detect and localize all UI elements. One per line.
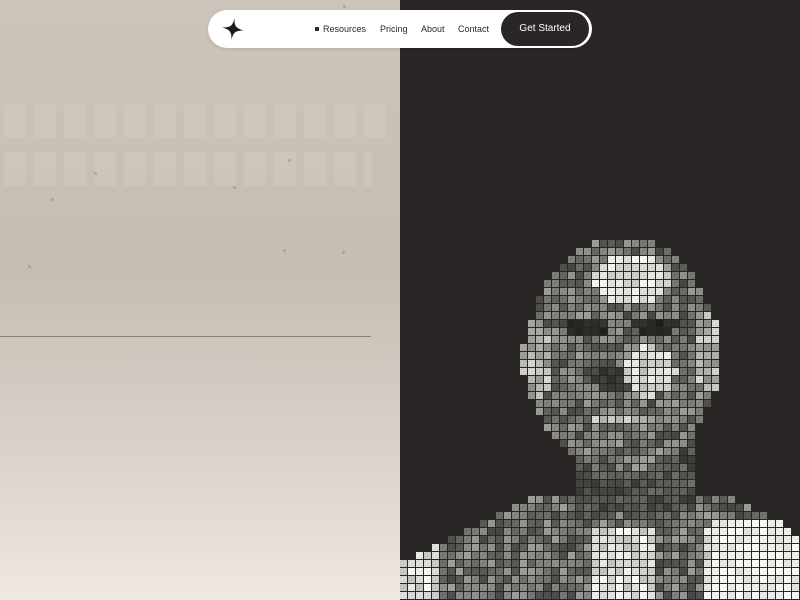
nav-link-pricing[interactable]: Pricing [380, 10, 408, 48]
square-bullet-icon [315, 27, 319, 31]
hero-left-panel [0, 0, 400, 600]
speck [343, 5, 346, 8]
nav-link-about[interactable]: About [421, 10, 445, 48]
speck [283, 249, 286, 252]
speck [51, 198, 54, 201]
speck [288, 159, 291, 162]
pixel-portrait [400, 240, 799, 599]
nav-link-resources[interactable]: Resources [323, 10, 366, 48]
divider-line [0, 336, 371, 337]
hero-right-panel [400, 0, 800, 600]
speck [342, 251, 345, 254]
top-navigation-bar: Resources Pricing About Contact Get Star… [208, 10, 592, 48]
speck [233, 186, 236, 189]
four-point-star-icon[interactable] [221, 17, 245, 41]
faint-text-row [4, 152, 372, 186]
speck [28, 265, 31, 268]
get-started-button[interactable]: Get Started [501, 12, 589, 46]
faint-text-row [4, 104, 392, 138]
nav-link-contact[interactable]: Contact [458, 10, 489, 48]
speck [94, 172, 97, 175]
